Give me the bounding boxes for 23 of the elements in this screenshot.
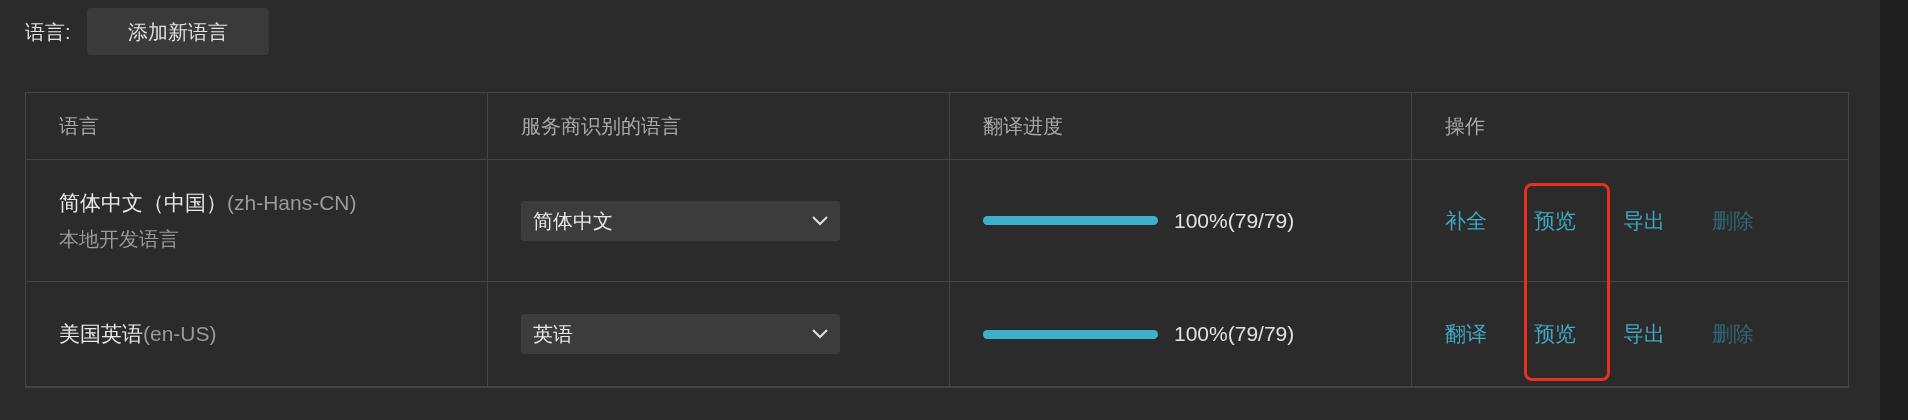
action-link[interactable]: 预览 — [1534, 204, 1576, 237]
chevron-down-icon — [812, 215, 828, 226]
language-note: 本地开发语言 — [59, 227, 180, 253]
column-header: 服务商识别的语言 — [521, 114, 681, 139]
provider-language-select[interactable]: 英语 — [521, 314, 840, 354]
action-link[interactable]: 预览 — [1534, 318, 1576, 350]
language-label: 语言: — [25, 19, 71, 45]
column-header: 翻译进度 — [983, 114, 1063, 139]
action-link[interactable]: 导出 — [1623, 204, 1665, 237]
provider-language-select[interactable]: 简体中文 — [521, 200, 840, 241]
progress-text: 100%(79/79) — [1174, 207, 1295, 234]
language-code: (zh-Hans-CN) — [227, 189, 357, 216]
chevron-down-icon — [812, 329, 828, 339]
column-header: 语言 — [59, 114, 99, 139]
progress-text: 100%(79/79) — [1174, 321, 1295, 348]
action-link[interactable]: 导出 — [1623, 318, 1665, 350]
language-name: 美国英语 — [59, 321, 143, 348]
language-name: 简体中文（中国） — [59, 189, 227, 216]
action-link[interactable]: 翻译 — [1445, 318, 1487, 350]
add-language-button[interactable]: 添加新语言 — [86, 8, 269, 55]
action-link[interactable]: 补全 — [1445, 204, 1487, 237]
language-code: (en-US) — [143, 321, 217, 348]
column-header: 操作 — [1445, 114, 1485, 139]
